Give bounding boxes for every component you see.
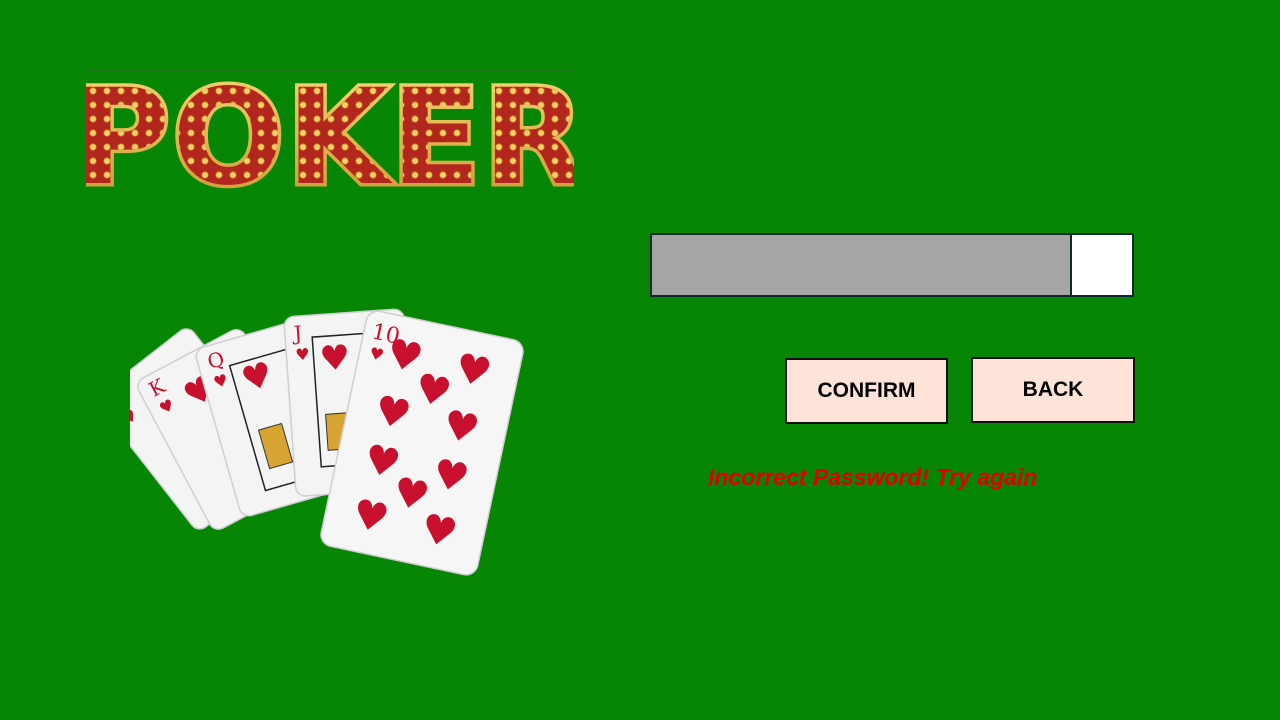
password-field xyxy=(650,233,1134,297)
svg-text:♥: ♥ xyxy=(295,344,311,364)
back-button[interactable]: BACK xyxy=(971,357,1135,423)
royal-flush-cards-icon: A ♥ K ♥ ♥ Q ♥ ♥ J ♥ ♥ xyxy=(130,275,530,585)
login-screen: POKER POKER A ♥ K ♥ ♥ Q ♥ ♥ xyxy=(0,0,1280,720)
confirm-button[interactable]: CONFIRM xyxy=(785,358,948,424)
error-message: Incorrect Password! Try again xyxy=(708,464,1038,490)
poker-logo: POKER POKER xyxy=(86,70,574,192)
password-input[interactable] xyxy=(652,235,1072,295)
poker-logo-bulbs: POKER xyxy=(86,70,574,192)
password-submit-box[interactable] xyxy=(1070,235,1132,295)
svg-text:♥: ♥ xyxy=(318,338,351,380)
